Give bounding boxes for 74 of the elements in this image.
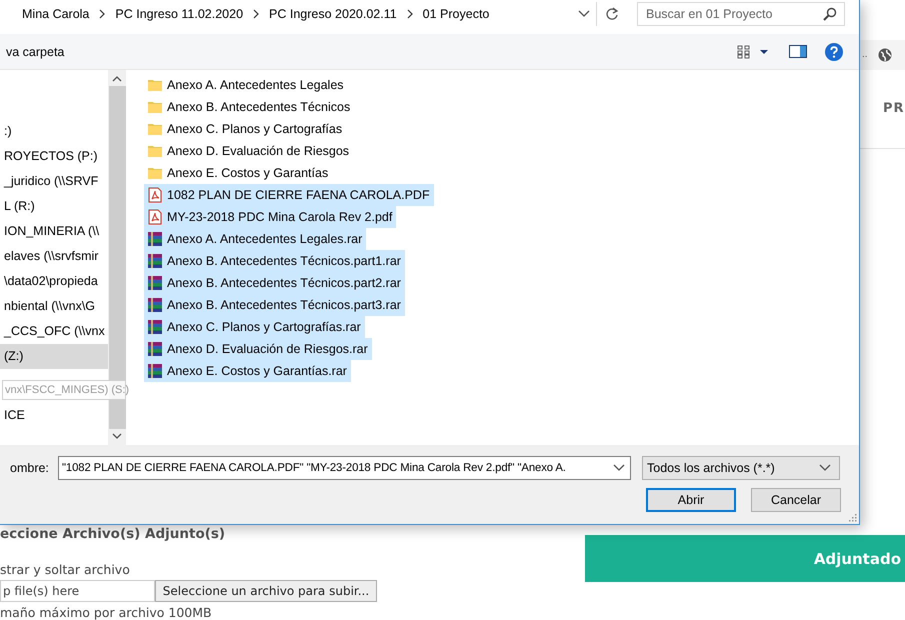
resize-grip-icon[interactable] (847, 512, 857, 522)
nav-item[interactable]: nbiental (\\vnx\G (0, 294, 108, 319)
file-item[interactable]: MY-23-2018 PDC Mina Carola Rev 2.pdf (144, 206, 396, 228)
dropdown-icon[interactable] (613, 464, 625, 472)
nav-item[interactable]: _juridico (\\SRVF (0, 169, 108, 194)
choose-file-button[interactable]: Seleccione un archivo para subir... (155, 580, 377, 602)
archive-books-icon (147, 231, 163, 247)
cancel-button[interactable]: Cancelar (751, 488, 841, 512)
nav-item[interactable]: ICE (0, 403, 108, 428)
folder-icon (147, 121, 163, 137)
archive-books-icon (147, 341, 163, 357)
folder-icon (147, 143, 163, 159)
preview-pane-icon[interactable] (789, 45, 807, 58)
file-item[interactable]: 1082 PLAN DE CIERRE FAENA CAROLA.PDF (144, 184, 434, 206)
dropdown-icon[interactable] (578, 10, 590, 18)
view-options-icon[interactable] (737, 44, 771, 58)
file-item[interactable]: Anexo B. Antecedentes Técnicos.part1.rar (144, 250, 405, 272)
filename-field[interactable]: "1082 PLAN DE CIERRE FAENA CAROLA.PDF" "MY-23-2018 PDC Mina Carola Rev 2.pdf" "Anexo A. (58, 456, 631, 480)
archive-books-icon (147, 363, 163, 379)
nav-item[interactable]: ION_MINERIA (\\ (0, 219, 108, 244)
search-field[interactable]: Buscar en 01 Proyecto (637, 2, 845, 26)
file-item[interactable]: Anexo D. Evaluación de Riesgos (144, 140, 354, 162)
file-item[interactable]: Anexo D. Evaluación de Riesgos.rar (144, 338, 372, 360)
nav-item[interactable]: (Z:) (0, 344, 108, 369)
nav-item[interactable]: elaves (\\srvfsmir (0, 244, 108, 269)
archive-books-icon (147, 319, 163, 335)
file-type-dropdown[interactable]: Todos los archivos (*.*) (642, 456, 840, 480)
archive-books-icon (147, 253, 163, 269)
section-heading: eccione Archivo(s) Adjunto(s) (0, 526, 226, 542)
chevron-icon (98, 9, 106, 19)
help-icon[interactable] (825, 42, 843, 60)
archive-books-icon (147, 275, 163, 291)
globe-icon[interactable] (878, 48, 892, 62)
file-item[interactable]: Anexo B. Antecedentes Técnicos.part2.rar (144, 272, 405, 294)
scroll-up-icon[interactable] (112, 76, 122, 82)
file-item[interactable]: Anexo B. Antecedentes Técnicos (144, 96, 354, 118)
new-folder-button[interactable]: va carpeta (0, 44, 64, 58)
drop-field[interactable]: p file(s) here (0, 580, 155, 602)
size-note: maño máximo por archivo 100MB (0, 605, 213, 620)
open-button[interactable]: Abrir (646, 488, 736, 512)
more-text: .. (862, 49, 868, 60)
pdf-icon (147, 187, 163, 203)
breadcrumb-item[interactable]: PC Ingreso 2020.02.11 (269, 7, 397, 21)
drag-preview: vnx\FSCC_MINGES) (S:) (2, 380, 126, 400)
file-item[interactable]: Anexo A. Antecedentes Legales (144, 74, 348, 96)
file-item[interactable]: Anexo B. Antecedentes Técnicos.part3.rar (144, 294, 405, 316)
archive-books-icon (147, 297, 163, 313)
search-icon[interactable] (823, 7, 837, 21)
nav-item[interactable]: ROYECTOS (P:) (0, 144, 108, 169)
file-item[interactable]: Anexo A. Antecedentes Legales.rar (144, 228, 366, 250)
tab-text: PR (883, 101, 905, 116)
breadcrumb-item[interactable]: PC Ingreso 11.02.2020 (115, 7, 244, 21)
nav-item[interactable]: \data02\propieda (0, 269, 108, 294)
folder-icon (147, 99, 163, 115)
dropdown-icon[interactable] (819, 464, 831, 472)
file-item[interactable]: Anexo E. Costos y Garantías (144, 162, 332, 184)
pdf-icon (147, 209, 163, 225)
folder-icon (147, 77, 163, 93)
drop-label: strar y soltar archivo (0, 562, 131, 577)
chevron-icon (252, 9, 260, 19)
refresh-icon[interactable] (605, 7, 619, 21)
nav-item[interactable]: :) (0, 119, 108, 144)
filename-label: ombre: (9, 461, 50, 475)
chevron-icon (406, 9, 414, 19)
breadcrumb-item[interactable]: 01 Proyecto (422, 7, 490, 21)
scroll-down-icon[interactable] (112, 433, 122, 439)
nav-item[interactable]: L (R:) (0, 194, 108, 219)
file-item[interactable]: Anexo C. Planos y Cartografías (144, 118, 346, 140)
file-item[interactable]: Anexo E. Costos y Garantías.rar (144, 360, 351, 382)
file-item[interactable]: Anexo C. Planos y Cartografías.rar (144, 316, 365, 338)
nav-item[interactable]: _CCS_OFC (\\vnx (0, 319, 108, 344)
folder-icon (147, 165, 163, 181)
breadcrumb-item[interactable]: Mina Carola (22, 7, 90, 21)
address-bar[interactable]: Mina Carola PC Ingreso 11.02.2020 PC Ingreso 2020.02.11 01 Proyecto (0, 2, 597, 26)
